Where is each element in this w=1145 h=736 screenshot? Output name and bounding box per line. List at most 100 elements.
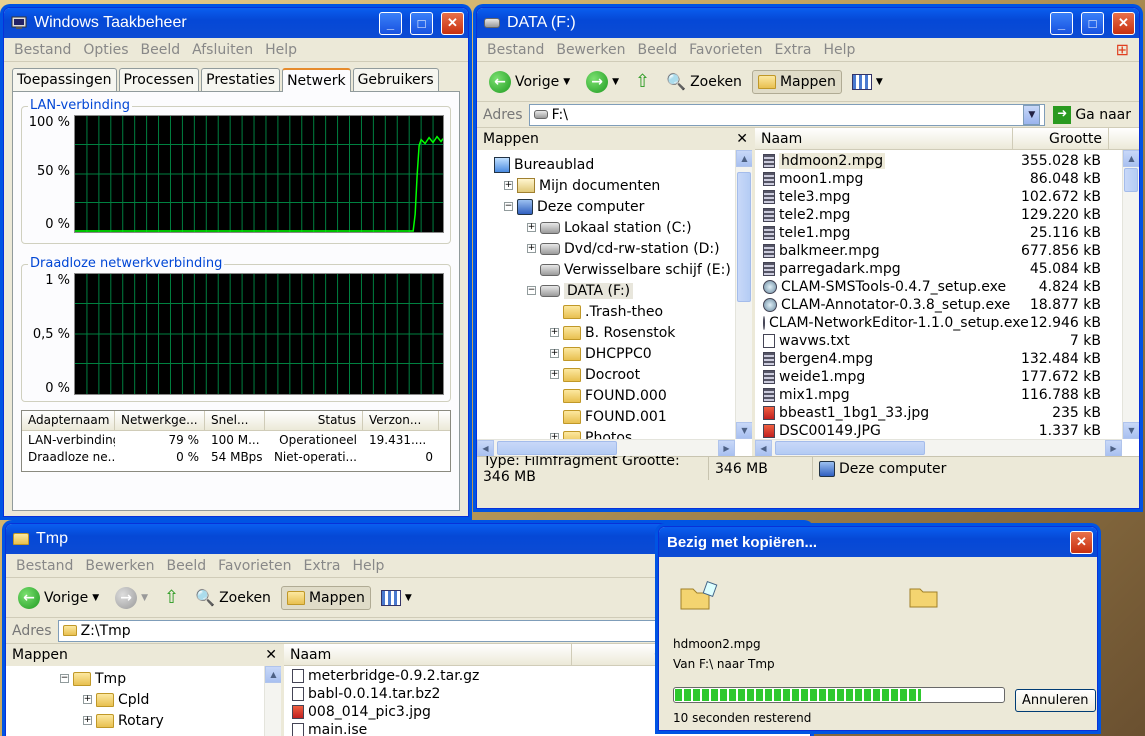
task-manager-window[interactable]: Windows Taakbeheer _ □ ✕ Bestand Opties … — [3, 7, 469, 517]
hscroll-thumb[interactable] — [775, 441, 925, 455]
up-folder-button[interactable]: ⇧ — [629, 67, 656, 96]
tab-gebruikers[interactable]: Gebruikers — [352, 68, 439, 91]
scroll-right-button[interactable]: ▶ — [718, 440, 735, 456]
expand-icon[interactable]: + — [83, 716, 92, 725]
list-item[interactable]: balkmeer.mpg 677.856 kB — [755, 242, 1139, 260]
minimize-button[interactable]: _ — [1050, 11, 1073, 35]
list-item[interactable]: parregadark.mpg 45.084 kB — [755, 260, 1139, 278]
menu-extra[interactable]: Extra — [769, 40, 818, 60]
collapse-icon[interactable]: − — [527, 286, 536, 295]
list-item[interactable]: moon1.mpg 86.048 kB — [755, 170, 1139, 188]
close-button[interactable]: ✕ — [1070, 530, 1093, 554]
forward-button[interactable]: → ▼ — [109, 583, 154, 613]
list-item[interactable]: tele2.mpg 129.220 kB — [755, 206, 1139, 224]
adapter-table[interactable]: Adapternaam Netwerkge... Snel... Status … — [21, 410, 451, 472]
tab-toepassingen[interactable]: Toepassingen — [12, 68, 117, 91]
list-item[interactable]: wavws.txt 7 kB — [755, 332, 1139, 350]
menu-beeld[interactable]: Beeld — [135, 40, 187, 60]
table-row[interactable]: Draadloze ne... 0 % 54 MBps Niet-operati… — [22, 448, 450, 465]
menu-help[interactable]: Help — [818, 40, 862, 60]
tree-item[interactable]: + Docroot — [477, 364, 752, 385]
scroll-right-button[interactable]: ▶ — [1105, 440, 1122, 456]
list-item[interactable]: CLAM-SMSTools-0.4.7_setup.exe 4.824 kB — [755, 278, 1139, 296]
copy-dialog-titlebar[interactable]: Bezig met kopiëren... ✕ — [659, 527, 1097, 557]
col-netwerkgebruik[interactable]: Netwerkge... — [115, 411, 205, 430]
tree-item[interactable]: Bureaublad — [477, 154, 752, 175]
scroll-up-button[interactable]: ▲ — [1123, 150, 1139, 167]
tree-item[interactable]: − DATA (F:) — [477, 280, 752, 301]
tree-item[interactable]: + Lokaal station (C:) — [477, 217, 752, 238]
col-grootte[interactable]: G — [572, 644, 672, 665]
tree-item[interactable]: + B. Rosenstok — [477, 322, 752, 343]
back-button[interactable]: ← Vorige ▼ — [12, 583, 105, 613]
menu-opties[interactable]: Opties — [77, 40, 134, 60]
folders-button[interactable]: Mappen — [751, 69, 842, 94]
col-naam[interactable]: Naam — [755, 128, 1013, 149]
close-icon[interactable]: ✕ — [265, 647, 277, 663]
expand-icon[interactable]: + — [527, 244, 536, 253]
views-button[interactable]: ▼ — [375, 586, 418, 610]
maximize-button[interactable]: □ — [1081, 11, 1104, 35]
forward-button[interactable]: → ▼ — [580, 67, 625, 97]
menu-beeld[interactable]: Beeld — [160, 556, 212, 576]
list-item[interactable]: CLAM-Annotator-0.3.8_setup.exe 18.877 kB — [755, 296, 1139, 314]
scroll-down-button[interactable]: ▼ — [1123, 422, 1139, 439]
expand-icon[interactable]: + — [550, 370, 559, 379]
col-status[interactable]: Status — [265, 411, 363, 430]
col-grootte[interactable]: Grootte — [1013, 128, 1109, 149]
list-item[interactable]: weide1.mpg 177.672 kB — [755, 368, 1139, 386]
tree-item[interactable]: .Trash-theo — [477, 301, 752, 322]
menu-bewerken[interactable]: Bewerken — [79, 556, 160, 576]
folders-button[interactable]: Mappen — [280, 585, 371, 610]
col-snelheid[interactable]: Snel... — [205, 411, 265, 430]
scroll-up-button[interactable]: ▲ — [265, 666, 281, 683]
menu-beeld[interactable]: Beeld — [631, 40, 683, 60]
scroll-thumb[interactable] — [737, 172, 751, 302]
col-adapternaam[interactable]: Adapternaam — [22, 411, 115, 430]
tree-item[interactable]: − Deze computer — [477, 196, 752, 217]
list-item[interactable]: CLAM-NetworkEditor-1.1.0_setup.exe 12.946… — [755, 314, 1139, 332]
tree-item[interactable]: FOUND.000 — [477, 385, 752, 406]
tree-item[interactable]: FOUND.001 — [477, 406, 752, 427]
tree-item[interactable]: − Tmp — [6, 668, 281, 689]
collapse-icon[interactable]: − — [504, 202, 513, 211]
tab-prestaties[interactable]: Prestaties — [201, 68, 281, 91]
menu-bestand[interactable]: Bestand — [481, 40, 550, 60]
menu-bestand[interactable]: Bestand — [8, 40, 77, 60]
tab-processen[interactable]: Processen — [118, 68, 200, 91]
expand-icon[interactable]: + — [83, 695, 92, 704]
tab-netwerk[interactable]: Netwerk — [282, 68, 351, 92]
close-button[interactable]: ✕ — [441, 11, 464, 35]
list-item[interactable]: DSC00149.JPG 1.337 kB — [755, 422, 1139, 440]
menu-help[interactable]: Help — [347, 556, 391, 576]
go-button[interactable]: ➜ Ga naar — [1049, 104, 1135, 126]
scroll-down-button[interactable]: ▼ — [736, 422, 752, 439]
menu-bewerken[interactable]: Bewerken — [550, 40, 631, 60]
explorer-data-titlebar[interactable]: DATA (F:) _ □ ✕ — [477, 8, 1139, 38]
scroll-thumb[interactable] — [1124, 168, 1138, 192]
maximize-button[interactable]: □ — [410, 11, 433, 35]
minimize-button[interactable]: _ — [379, 11, 402, 35]
list-item[interactable]: bbeast1_1bg1_33.jpg 235 kB — [755, 404, 1139, 422]
menu-bestand[interactable]: Bestand — [10, 556, 79, 576]
tree-item[interactable]: + Mijn documenten — [477, 175, 752, 196]
menu-extra[interactable]: Extra — [298, 556, 347, 576]
expand-icon[interactable]: + — [527, 223, 536, 232]
task-manager-titlebar[interactable]: Windows Taakbeheer _ □ ✕ — [4, 8, 468, 38]
tree-item[interactable]: + Cpld — [6, 689, 281, 710]
tree-item[interactable]: + DHCPPC0 — [477, 343, 752, 364]
folder-tree[interactable]: − Tmp + Cpld + Rotary ▲ — [6, 666, 281, 736]
col-naam[interactable]: Naam — [284, 644, 572, 665]
tree-item[interactable]: + Dvd/cd-rw-station (D:) — [477, 238, 752, 259]
explorer-data-window[interactable]: DATA (F:) _ □ ✕ Bestand Bewerken Beeld F… — [476, 7, 1140, 509]
table-row[interactable]: LAN-verbinding 79 % 100 M... Operationee… — [22, 431, 450, 448]
cancel-button[interactable]: Annuleren — [1015, 689, 1096, 712]
hscroll-thumb[interactable] — [497, 441, 617, 455]
list-item[interactable]: mix1.mpg 116.788 kB — [755, 386, 1139, 404]
tree-item[interactable]: + Rotary — [6, 710, 281, 731]
scroll-up-button[interactable]: ▲ — [736, 150, 752, 167]
close-button[interactable]: ✕ — [1112, 11, 1135, 35]
search-button[interactable]: 🔍 Zoeken — [189, 584, 277, 611]
list-item[interactable]: bergen4.mpg 132.484 kB — [755, 350, 1139, 368]
close-icon[interactable]: ✕ — [736, 131, 748, 147]
